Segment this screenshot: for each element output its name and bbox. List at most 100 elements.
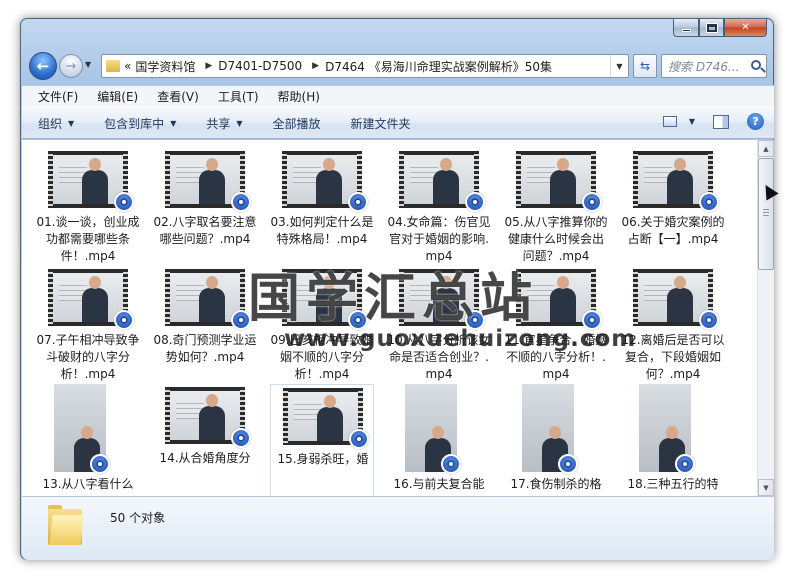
caption-buttons: ✕: [673, 19, 767, 37]
presenter-figure: [550, 158, 576, 204]
reel-icon: [120, 316, 128, 324]
file-name: 18.三种五行的特: [627, 477, 719, 491]
thumbnail-frame: [170, 391, 240, 440]
breadcrumb-segment[interactable]: D7401-D7500: [218, 59, 302, 73]
file-list-pane[interactable]: 01.谈一谈，创业成功都需要哪些条件！.mp4 02.八字取名要注意哪些问题？.m…: [22, 140, 774, 496]
breadcrumb-segment[interactable]: 国学资料馆: [135, 58, 195, 75]
file-item[interactable]: 14.从合婚角度分: [153, 384, 257, 496]
scroll-up-button[interactable]: ▲: [758, 140, 774, 157]
presenter-figure: [317, 395, 343, 441]
media-player-icon: [348, 192, 368, 212]
file-item[interactable]: 08.奇门预测学业运势如何？.mp4: [153, 266, 257, 384]
address-prefix[interactable]: «: [124, 59, 131, 73]
film-strip: [633, 269, 638, 326]
breadcrumb-arrow-icon[interactable]: ▶: [205, 61, 212, 71]
thumbnail-frame: [404, 155, 474, 204]
presenter-figure: [82, 276, 108, 322]
media-player-icon: [441, 454, 461, 474]
chevron-down-icon: ▼: [616, 61, 623, 71]
change-view-icon[interactable]: [662, 116, 677, 127]
minimize-button[interactable]: [673, 19, 699, 37]
help-icon[interactable]: ?: [747, 113, 764, 130]
chevron-down-icon[interactable]: ▼: [689, 117, 695, 126]
search-icon[interactable]: [751, 60, 761, 70]
film-strip: [399, 151, 404, 208]
refresh-button[interactable]: ⇆: [633, 54, 657, 78]
refresh-icon: ⇆: [639, 59, 651, 73]
file-item[interactable]: 17.食伤制杀的格: [504, 384, 608, 496]
scroll-down-button[interactable]: ▼: [758, 479, 774, 496]
film-strip: [633, 151, 638, 208]
file-item[interactable]: 13.从八字看什么: [36, 384, 140, 496]
reel-icon: [237, 434, 245, 442]
include-in-library-button[interactable]: 包含到库中 ▼: [104, 115, 176, 132]
organize-button[interactable]: 组织 ▼: [38, 115, 74, 132]
file-item[interactable]: 03.如何判定什么是特殊格局！.mp4: [270, 148, 374, 266]
menu-view[interactable]: 查看(V): [157, 88, 199, 105]
file-item[interactable]: 05.从八字推算你的健康什么时候会出问题？.mp4: [504, 148, 608, 266]
share-label: 共享: [206, 116, 231, 131]
file-name: 12.离婚后是否可以复合，下段婚姻如何？.mp4: [621, 333, 725, 381]
command-bar: 组织 ▼ 包含到库中 ▼ 共享 ▼ 全部播放 新建文件夹 ▼ ?: [22, 107, 774, 139]
explorer-window: ✕ ← → ▼ « 国学资料馆 ▶ D7401-D7500 ▶ D7464 《易…: [20, 18, 774, 560]
search-input[interactable]: 搜索 D746...: [661, 54, 767, 78]
recent-pages-button[interactable]: ▼: [85, 60, 97, 72]
forward-button[interactable]: →: [59, 54, 83, 78]
media-player-icon: [90, 454, 110, 474]
file-name: 08.奇门预测学业运势如何？.mp4: [153, 333, 257, 364]
presenter-figure: [433, 158, 459, 204]
breadcrumb-arrow-icon[interactable]: ▶: [312, 61, 319, 71]
share-button[interactable]: 共享 ▼: [206, 115, 242, 132]
file-name: 03.如何判定什么是特殊格局！.mp4: [270, 215, 374, 246]
file-item[interactable]: 12.离婚后是否可以复合，下段婚姻如何？.mp4: [621, 266, 725, 384]
file-name: 16.与前夫复合能: [393, 477, 485, 491]
file-name: 14.从合婚角度分: [159, 451, 251, 465]
reel-icon: [564, 460, 572, 468]
breadcrumb-segment[interactable]: D7464 《易海川命理实战案例解析》50集: [325, 58, 552, 75]
watermark-url: www.guoxuehuizong.com: [284, 326, 637, 352]
file-item[interactable]: 16.与前夫复合能: [387, 384, 491, 496]
presenter-figure: [199, 276, 225, 322]
new-folder-button[interactable]: 新建文件夹: [351, 115, 411, 132]
media-player-icon: [349, 429, 369, 449]
file-name: 01.谈一谈，创业成功都需要哪些条件！.mp4: [36, 215, 140, 263]
file-item[interactable]: 02.八字取名要注意哪些问题？.mp4: [153, 148, 257, 266]
close-button[interactable]: ✕: [724, 19, 767, 37]
address-dropdown[interactable]: ▼: [610, 55, 628, 77]
scrollbar-thumb[interactable]: [758, 158, 774, 270]
reel-icon: [705, 316, 713, 324]
media-player-icon: [114, 310, 134, 330]
presenter-figure: [199, 158, 225, 204]
media-player-icon: [558, 454, 578, 474]
chevron-down-icon: ▼: [68, 118, 75, 128]
preview-pane-icon[interactable]: [713, 114, 729, 129]
reel-icon: [681, 460, 689, 468]
file-item[interactable]: 18.三种五行的特: [621, 384, 725, 496]
menu-file[interactable]: 文件(F): [38, 88, 78, 105]
media-player-icon: [231, 428, 251, 448]
chevron-down-icon: ▼: [236, 118, 243, 128]
menu-help[interactable]: 帮助(H): [278, 88, 320, 105]
organize-label: 组织: [38, 116, 63, 131]
file-name: 13.从八字看什么: [42, 477, 134, 491]
thumbnail-frame: [170, 273, 240, 322]
presenter-figure: [316, 158, 342, 204]
address-bar[interactable]: « 国学资料馆 ▶ D7401-D7500 ▶ D7464 《易海川命理实战案例…: [101, 54, 629, 78]
maximize-button[interactable]: [699, 19, 724, 37]
menu-edit[interactable]: 编辑(E): [97, 88, 138, 105]
file-item[interactable]: 06.关于婚灾案例的占断【一】.mp4: [621, 148, 725, 266]
play-all-button[interactable]: 全部播放: [273, 115, 321, 132]
grip-icon: [763, 209, 769, 217]
file-item[interactable]: 15.身弱杀旺，婚: [270, 384, 374, 496]
new-folder-label: 新建文件夹: [350, 116, 411, 131]
media-player-icon: [465, 192, 485, 212]
details-pane: 50 个对象: [22, 496, 774, 560]
menu-tools[interactable]: 工具(T): [218, 88, 259, 105]
file-item[interactable]: 04.女命篇：伤官见官对于婚姻的影响.mp4: [387, 148, 491, 266]
film-strip: [165, 151, 170, 208]
back-button[interactable]: ←: [29, 52, 57, 80]
file-item[interactable]: 01.谈一谈，创业成功都需要哪些条件！.mp4: [36, 148, 140, 266]
file-item[interactable]: 07.子午相冲导致争斗破财的八字分析！.mp4: [36, 266, 140, 384]
reel-icon: [120, 198, 128, 206]
reel-icon: [588, 316, 596, 324]
